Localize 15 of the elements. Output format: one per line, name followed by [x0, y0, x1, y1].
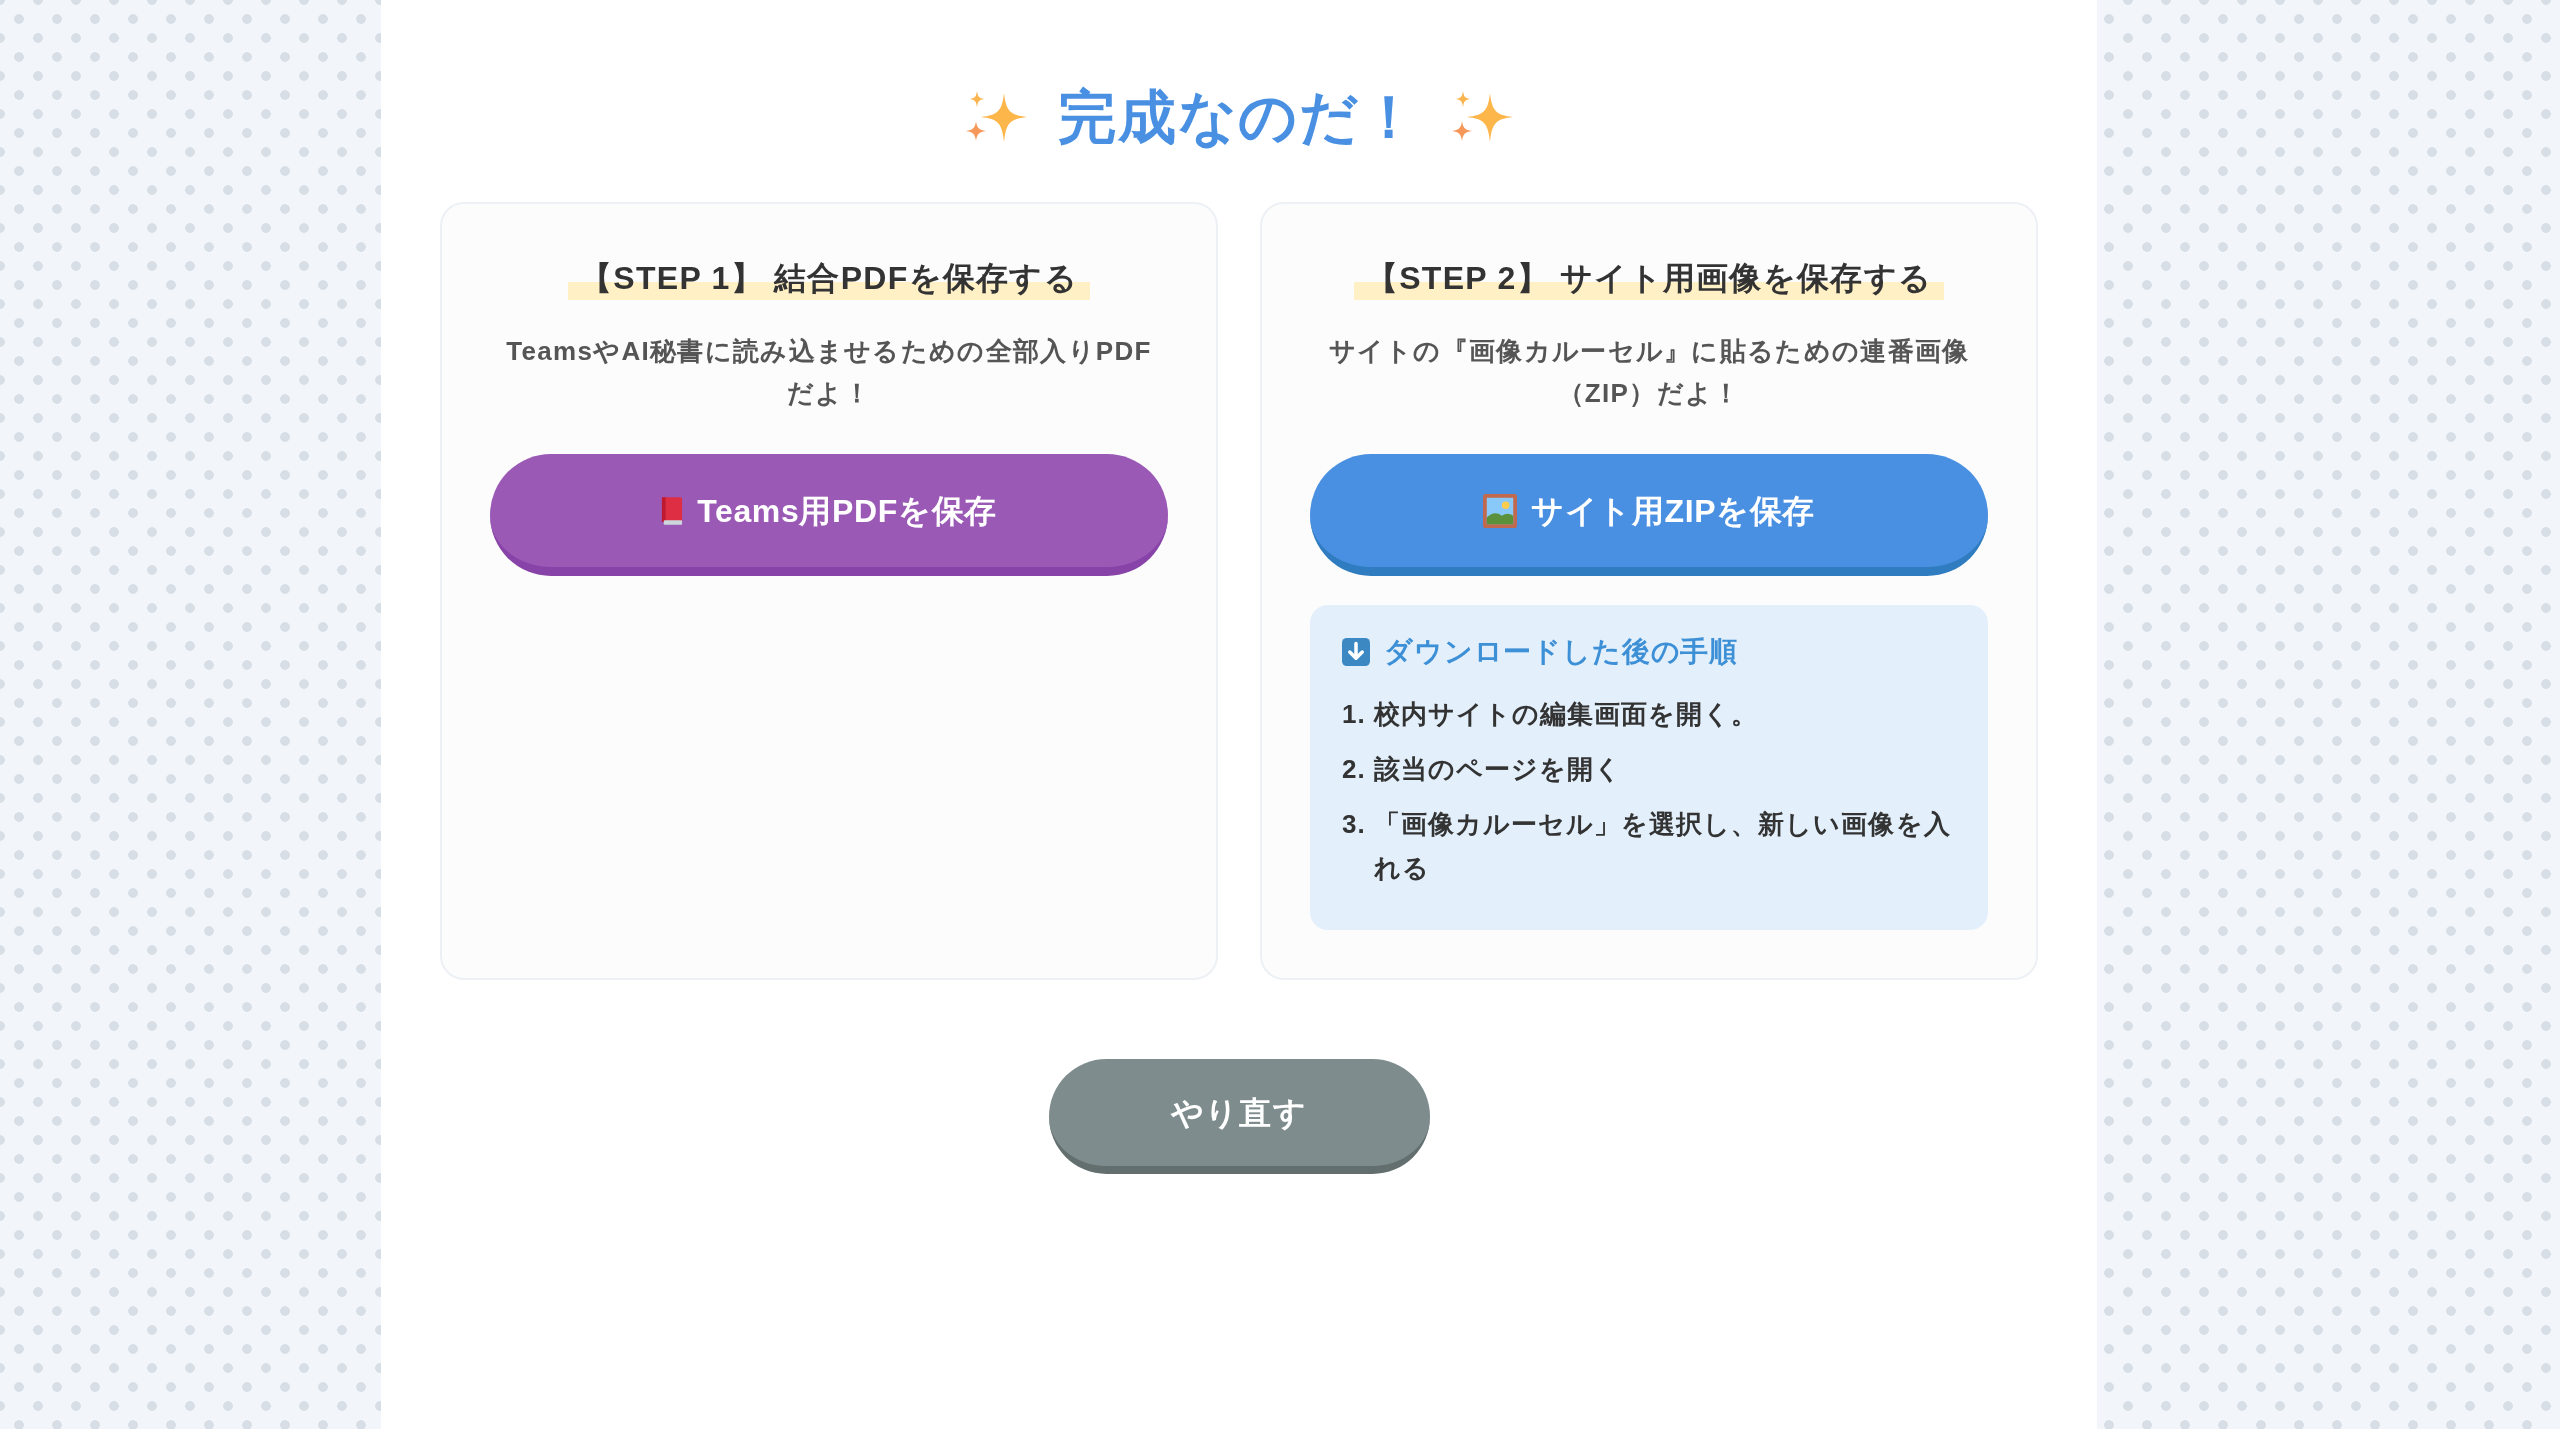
- list-number: 3.: [1342, 808, 1366, 841]
- instruction-text: 校内サイトの編集画面を開く。: [1373, 698, 1760, 731]
- retry-button[interactable]: やり直す: [1048, 1059, 1430, 1174]
- book-icon: [661, 496, 684, 525]
- instruction-text: 「画像カルーセル」を選択し、新しい画像を入れる: [1373, 808, 1952, 885]
- step-description: TeamsやAI秘書に読み込ませるための全部入りPDFだよ！: [505, 335, 1153, 410]
- save-pdf-button[interactable]: Teams用PDFを保存: [490, 454, 1168, 576]
- save-zip-button[interactable]: サイト用ZIPを保存: [1310, 454, 1988, 576]
- step-description: サイトの『画像カルーセル』に貼るための連番画像（ZIP）だよ！: [1327, 335, 1971, 410]
- picture-icon: [1482, 493, 1517, 528]
- list-number: 1.: [1342, 698, 1366, 731]
- instruction-text: 該当のページを開く: [1373, 753, 1624, 786]
- page-title: 完成なのだ！: [1058, 83, 1420, 151]
- list-number: 2.: [1342, 753, 1366, 786]
- instructions-heading: ダウンロードした後の手順: [1384, 635, 1739, 669]
